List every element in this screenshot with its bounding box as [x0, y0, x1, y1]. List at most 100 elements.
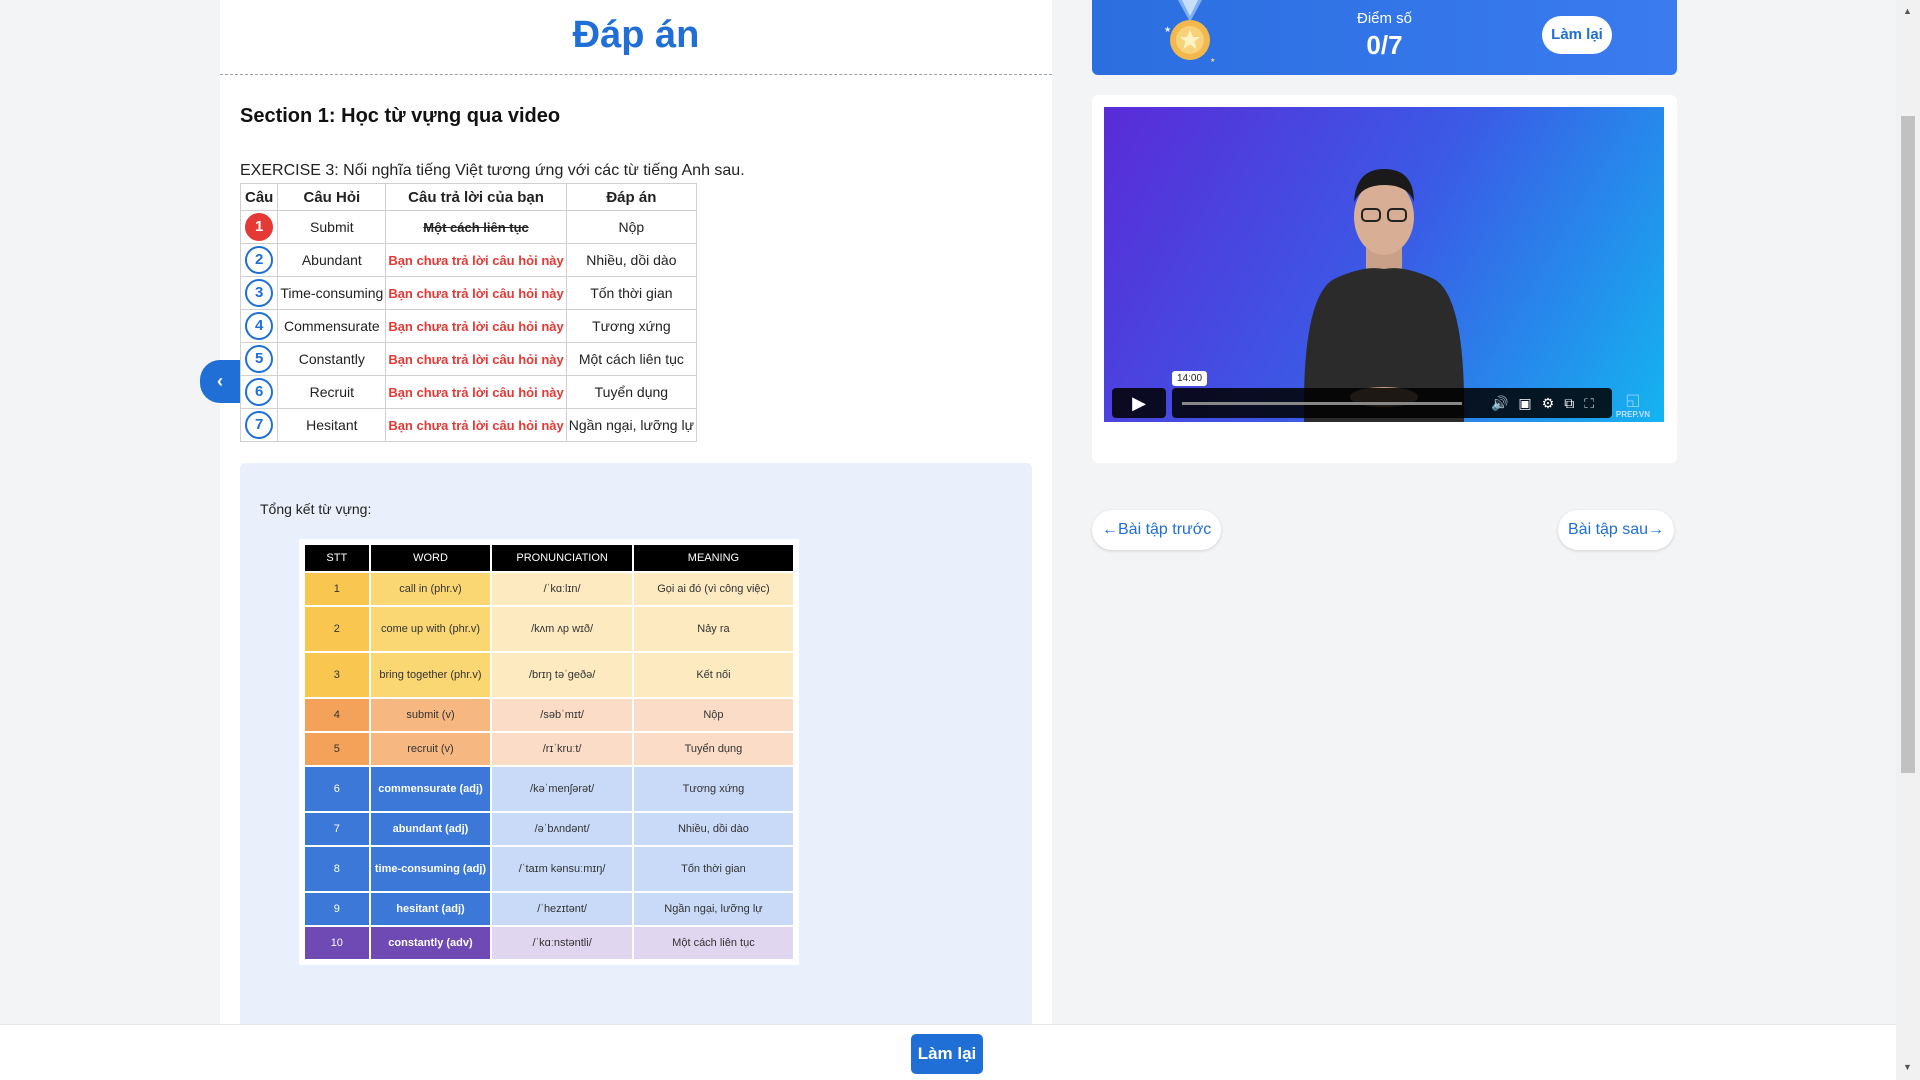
- question-number-badge: 6: [245, 378, 274, 406]
- col-header-number: Câu: [239, 183, 279, 211]
- vocab-stt: 3: [305, 653, 369, 697]
- question-number-badge: 3: [245, 279, 274, 307]
- vocab-row: 6 commensurate (adj)/kəˈmenʃərət/Tương xứ…: [305, 767, 793, 811]
- retry-button-bottom[interactable]: Làm lại: [911, 1034, 983, 1074]
- answer-row: 7 Hesitant Bạn chưa trả lời câu hỏi này Ngầ…: [239, 408, 697, 442]
- question-number-cell: 5: [239, 342, 279, 376]
- correct-answer: Tốn thời gian: [565, 276, 697, 310]
- user-answer-cell: Bạn chưa trả lời câu hỏi này: [385, 276, 567, 310]
- user-answer: Bạn chưa trả lời câu hỏi này: [388, 352, 564, 367]
- question-number-badge: 7: [245, 411, 274, 439]
- col-header-correct-answer: Đáp án: [565, 183, 697, 211]
- vocab-word: commensurate (adj): [370, 767, 491, 811]
- scrollbar[interactable]: ▲ ▼: [1896, 0, 1920, 1080]
- prep-logo: ◱ PREP.VN: [1616, 390, 1650, 419]
- scroll-down-arrow-icon[interactable]: ▼: [1903, 1062, 1912, 1072]
- answer-row: 2 Abundant Bạn chưa trả lời câu hỏi này Nhi…: [239, 243, 697, 277]
- vocab-meaning: Kết nối: [633, 653, 793, 697]
- video-player[interactable]: 14:00 ▶ 🔊▣⚙⧉⛶ ◱ PREP.VN: [1104, 107, 1664, 422]
- vocab-meaning: Tốn thời gian: [633, 847, 793, 891]
- vocab-word: time-consuming (adj): [370, 847, 491, 891]
- vocab-word: hesitant (adj): [370, 893, 491, 925]
- vocab-meaning: Nảy ra: [633, 607, 793, 651]
- vocab-stt: 10: [305, 927, 369, 959]
- vocab-word: abundant (adj): [370, 813, 491, 845]
- summary-title: Tổng kết từ vựng:: [260, 501, 372, 517]
- vocab-stt: 6: [305, 767, 369, 811]
- correct-answer: Ngần ngại, lưỡng lự: [565, 408, 697, 442]
- question-word: Commensurate: [277, 309, 387, 343]
- user-answer-cell: Một cách liên tục: [385, 210, 567, 244]
- vocab-row: 1 call in (phr.v)/ˈkɑːlɪn/Gọi ai đó (vì c…: [305, 573, 793, 605]
- previous-exercise-button[interactable]: ←Bài tập trước: [1092, 510, 1222, 550]
- vocab-row: 9 hesitant (adj)/ˈhezɪtənt/Ngần ngại, lưỡ…: [305, 893, 793, 925]
- retry-button-top[interactable]: Làm lại: [1542, 16, 1612, 54]
- user-answer-cell: Bạn chưa trả lời câu hỏi này: [385, 243, 567, 277]
- user-answer: Bạn chưa trả lời câu hỏi này: [388, 286, 564, 301]
- user-answer-cell: Bạn chưa trả lời câu hỏi này: [385, 309, 567, 343]
- vocab-pronunciation: /brɪŋ təˈgeðə/: [492, 653, 632, 697]
- video-progress-bar[interactable]: 🔊▣⚙⧉⛶: [1172, 388, 1612, 418]
- vocab-stt: 5: [305, 733, 369, 765]
- vocab-meaning: Tương xứng: [633, 767, 793, 811]
- scroll-up-arrow-icon[interactable]: ▲: [1903, 6, 1912, 16]
- answer-row: 4 Commensurate Bạn chưa trả lời câu hỏi nà…: [239, 309, 697, 343]
- scrollbar-thumb[interactable]: [1901, 116, 1915, 773]
- question-word: Time-consuming: [277, 276, 387, 310]
- question-word: Submit: [277, 210, 387, 244]
- next-exercise-button[interactable]: Bài tập sau→: [1558, 510, 1675, 550]
- answer-row: 5 Constantly Bạn chưa trả lời câu hỏi này M…: [239, 342, 697, 376]
- page-title: Đáp án: [572, 14, 700, 56]
- vocab-row: 4 submit (v)/səbˈmɪt/Nộp: [305, 699, 793, 731]
- question-number-badge: 1: [245, 213, 274, 241]
- vocab-pronunciation: /kəˈmenʃərət/: [492, 767, 632, 811]
- answer-table: Câu Câu Hỏi Câu trả lời của bạn Đáp án 1…: [239, 183, 697, 442]
- vocab-stt: 1: [305, 573, 369, 605]
- volume-icon[interactable]: 🔊: [1491, 395, 1518, 411]
- vocabulary-image: STT WORD PRONUNCIATION MEANING 1 call in …: [299, 539, 799, 965]
- question-number-badge: 5: [245, 345, 274, 373]
- vocab-pronunciation: /ˈtaɪm kənsuːmɪŋ/: [492, 847, 632, 891]
- vocab-meaning: Một cách liên tục: [633, 927, 793, 959]
- answer-panel: Đáp án Section 1: Học từ vựng qua video …: [220, 0, 1052, 1080]
- vocab-pronunciation: /ˈhezɪtənt/: [492, 893, 632, 925]
- captions-icon[interactable]: ▣: [1518, 395, 1541, 411]
- user-answer-cell: Bạn chưa trả lời câu hỏi này: [385, 375, 567, 409]
- title-divider: [220, 74, 1052, 75]
- user-answer: Bạn chưa trả lời câu hỏi này: [388, 418, 564, 433]
- vocab-pronunciation: /səbˈmɪt/: [492, 699, 632, 731]
- user-answer-cell: Bạn chưa trả lời câu hỏi này: [385, 408, 567, 442]
- section-title: Section 1: Học từ vựng qua video: [240, 105, 561, 127]
- answer-row: 6 Recruit Bạn chưa trả lời câu hỏi này Tuyể…: [239, 375, 697, 409]
- vocab-word: call in (phr.v): [370, 573, 491, 605]
- gear-icon[interactable]: ⚙: [1542, 395, 1565, 411]
- vocab-word: submit (v): [370, 699, 491, 731]
- play-button[interactable]: ▶: [1112, 388, 1166, 418]
- score-card: ★ ★ Điểm số 0/7 Làm lại: [1092, 0, 1677, 75]
- video-controls: ▶ 🔊▣⚙⧉⛶ ◱ PREP.VN: [1112, 388, 1656, 419]
- vocab-word: recruit (v): [370, 733, 491, 765]
- video-control-icons: 🔊▣⚙⧉⛶: [1491, 395, 1604, 412]
- question-number-cell: 4: [239, 309, 279, 343]
- fullscreen-icon[interactable]: ⛶: [1584, 395, 1604, 411]
- vocab-meaning: Tuyển dụng: [633, 733, 793, 765]
- vocab-meaning: Nhiều, dồi dào: [633, 813, 793, 845]
- video-time-tooltip: 14:00: [1172, 371, 1208, 386]
- user-answer-cell: Bạn chưa trả lời câu hỏi này: [385, 342, 567, 376]
- question-number-cell: 3: [239, 276, 279, 310]
- pip-icon[interactable]: ⧉: [1564, 395, 1584, 411]
- play-icon: ▶: [1132, 393, 1146, 413]
- user-answer: Bạn chưa trả lời câu hỏi này: [388, 319, 564, 334]
- question-number-cell: 1: [239, 210, 279, 244]
- vocab-row: 8 time-consuming (adj)/ˈtaɪm kənsuːmɪŋ/Tố…: [305, 847, 793, 891]
- prep-logo-text: PREP.VN: [1615, 410, 1650, 419]
- video-seek-track[interactable]: [1182, 402, 1462, 405]
- vocab-pronunciation: /əˈbʌndənt/: [492, 813, 632, 845]
- vocab-word: bring together (phr.v): [370, 653, 491, 697]
- collapse-sidebar-button[interactable]: ‹: [200, 360, 240, 403]
- vocab-pronunciation: /rɪˈkruːt/: [492, 733, 632, 765]
- vocab-row: 2 come up with (phr.v)/kʌm ʌp wɪð/Nảy ra: [305, 607, 793, 651]
- vocabulary-table: STT WORD PRONUNCIATION MEANING 1 call in …: [303, 543, 795, 961]
- vocab-meaning: Gọi ai đó (vì công việc): [633, 573, 793, 605]
- prep-logo-icon: ◱: [1625, 392, 1641, 409]
